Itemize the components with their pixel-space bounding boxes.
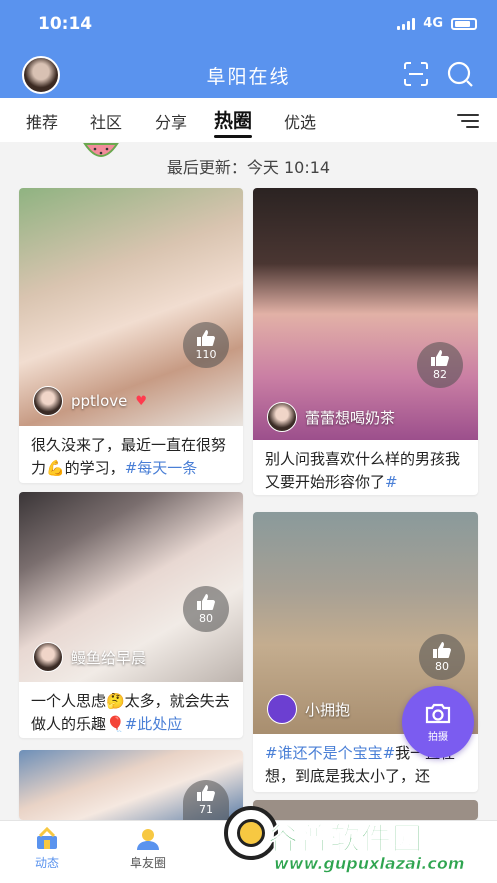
- author-avatar: [33, 642, 63, 672]
- post-photo[interactable]: 71: [19, 750, 243, 820]
- like-count: 71: [199, 803, 213, 816]
- status-time: 10:14: [38, 14, 93, 34]
- feed-icon: [37, 827, 57, 849]
- post-tag[interactable]: #每天一条: [125, 459, 198, 477]
- thumb-up-icon: [431, 350, 449, 366]
- center-nav-button[interactable]: [224, 806, 278, 860]
- like-count: 82: [433, 368, 447, 381]
- post-author[interactable]: 小拥抱: [267, 694, 350, 724]
- battery-icon: [451, 17, 477, 30]
- scan-icon[interactable]: [403, 61, 429, 87]
- thumb-up-icon: [197, 594, 215, 610]
- post-card[interactable]: 71: [19, 750, 243, 820]
- like-button[interactable]: 80: [183, 586, 229, 632]
- tab-hot-circle[interactable]: 热圈: [214, 106, 253, 138]
- author-name: 鳗鱼给早晨: [71, 648, 147, 667]
- network-type: 4G: [423, 16, 443, 31]
- post-author[interactable]: 蕾蕾想喝奶茶: [267, 402, 395, 432]
- nav-feed-label: 动态: [34, 856, 59, 870]
- post-tag[interactable]: #此处应: [125, 715, 183, 733]
- shoot-label: 拍摄: [428, 732, 448, 743]
- heart-icon: ♥: [135, 393, 148, 409]
- camera-icon: [425, 703, 451, 724]
- author-avatar: [33, 386, 63, 416]
- signal-icon: [397, 17, 416, 30]
- center-nav-icon: [237, 819, 265, 847]
- author-avatar: [267, 402, 297, 432]
- tab-community[interactable]: 社区: [90, 109, 122, 133]
- post-photo[interactable]: 82 蕾蕾想喝奶茶: [253, 188, 478, 440]
- like-button[interactable]: 71: [183, 780, 229, 820]
- post-card[interactable]: 80 鳗鱼给早晨 一个人思虑🤔太多，就会失去做人的乐趣🎈#此处应: [19, 492, 243, 738]
- nav-friends[interactable]: 阜友圈: [130, 827, 166, 871]
- like-button[interactable]: 80: [419, 634, 465, 680]
- author-avatar: [267, 694, 297, 724]
- author-name: 蕾蕾想喝奶茶: [305, 408, 396, 427]
- post-description: 别人问我喜欢什么样的男孩我又要开始形容你了#: [253, 440, 478, 495]
- last-update: 最后更新：今天 10:14: [166, 158, 331, 177]
- post-author[interactable]: 鳗鱼给早晨: [33, 642, 146, 672]
- post-card[interactable]: 82 蕾蕾想喝奶茶 别人问我喜欢什么样的男孩我又要开始形容你了#: [253, 188, 478, 495]
- post-tag[interactable]: #谁还不是个宝宝#: [265, 744, 395, 762]
- post-photo[interactable]: 80 鳗鱼给早晨: [19, 492, 243, 682]
- like-button[interactable]: 82: [417, 342, 463, 388]
- app-header: 10:14 4G 阜阳在线: [0, 0, 497, 98]
- thumb-up-icon: [197, 330, 215, 346]
- post-tag[interactable]: #: [385, 473, 398, 491]
- category-tabs: 推荐 社区 分享 热圈 优选: [0, 98, 497, 142]
- post-photo[interactable]: 110 pptlove ♥: [19, 188, 243, 426]
- menu-icon[interactable]: [457, 114, 479, 128]
- like-count: 80: [199, 612, 213, 625]
- search-icon[interactable]: [446, 60, 474, 88]
- like-button[interactable]: 110: [183, 322, 229, 368]
- shoot-button[interactable]: 拍摄: [402, 686, 474, 758]
- thumb-up-icon: [433, 642, 451, 658]
- tab-selected[interactable]: 优选: [284, 109, 316, 133]
- status-indicators: 4G: [397, 16, 477, 31]
- post-description: 很久没来了，最近一直在很努力💪的学习，#每天一条: [19, 426, 243, 483]
- post-card[interactable]: 110 pptlove ♥ 很久没来了，最近一直在很努力💪的学习，#每天一条: [19, 188, 243, 483]
- friends-icon: [137, 829, 159, 850]
- like-count: 80: [435, 660, 449, 673]
- tab-recommend[interactable]: 推荐: [26, 109, 58, 133]
- tab-share[interactable]: 分享: [155, 109, 187, 133]
- thumb-up-icon: [197, 785, 215, 801]
- nav-friends-label: 阜友圈: [130, 856, 167, 870]
- post-description: 一个人思虑🤔太多，就会失去做人的乐趣🎈#此处应: [19, 682, 243, 738]
- author-name: pptlove: [71, 392, 128, 410]
- post-text: 别人问我喜欢什么样的男孩我又要开始形容你了: [265, 450, 461, 491]
- post-card[interactable]: [253, 800, 478, 820]
- post-author[interactable]: pptlove ♥: [33, 386, 147, 416]
- author-name: 小拥抱: [305, 700, 351, 719]
- like-count: 110: [195, 348, 217, 361]
- nav-feed[interactable]: 动态: [34, 827, 60, 871]
